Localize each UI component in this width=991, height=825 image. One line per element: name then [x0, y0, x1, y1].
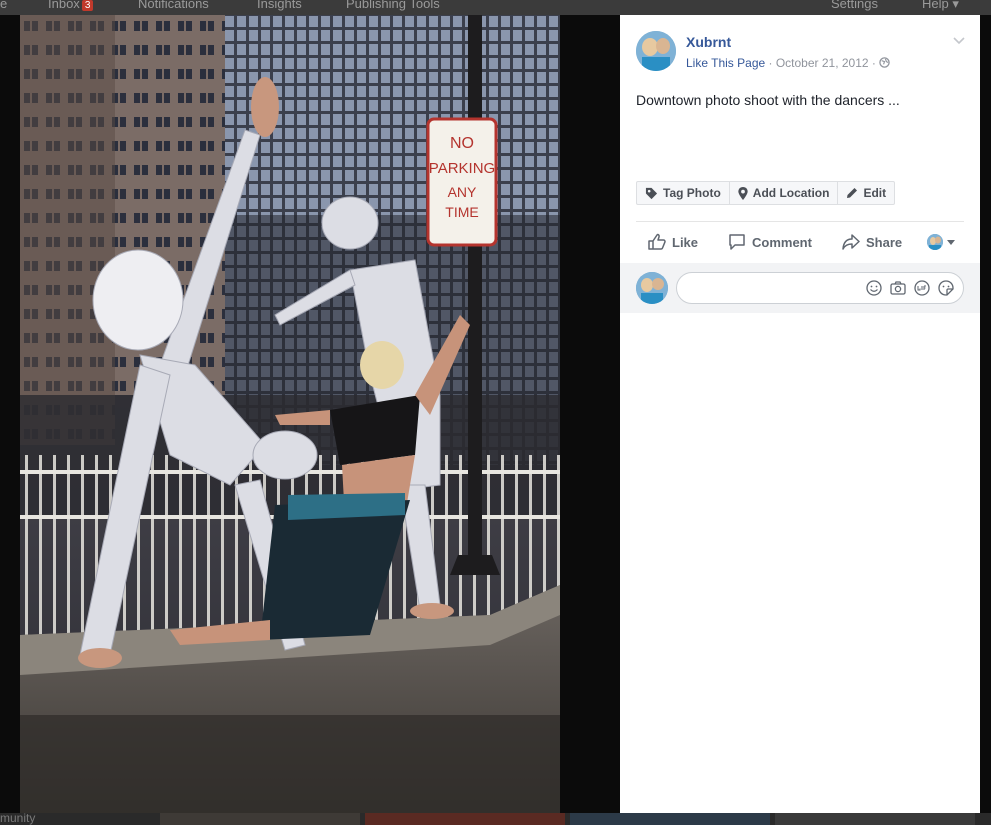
sticker-icon[interactable]	[937, 279, 955, 297]
post-date[interactable]: October 21, 2012	[776, 56, 869, 70]
nav-item-settings[interactable]: Settings	[831, 0, 878, 11]
add-location-button[interactable]: Add Location	[730, 182, 839, 204]
tag-photo-label: Tag Photo	[663, 186, 721, 200]
bottom-thumb-4	[775, 813, 975, 825]
nav-item-insights[interactable]: Insights	[257, 0, 302, 11]
page-name-link[interactable]: Xubrnt	[686, 34, 731, 50]
like-page-link[interactable]: Like This Page	[686, 56, 765, 70]
sign-text-4: TIME	[445, 204, 478, 220]
share-arrow-icon	[842, 234, 860, 250]
sign-text-2: PARKING	[429, 160, 495, 177]
thumbs-up-icon	[648, 233, 666, 250]
add-location-label: Add Location	[752, 186, 830, 200]
no-parking-sign: NO PARKING ANY TIME	[426, 117, 498, 247]
nav-item-publishing-tools[interactable]: Publishing Tools	[346, 0, 440, 11]
page-avatar[interactable]	[636, 31, 676, 71]
dancers-photo-illustration: NO PARKING ANY TIME	[20, 15, 560, 813]
post-actions: Like Comment Share	[636, 229, 964, 255]
post-meta: Like This Page · October 21, 2012 ·	[686, 56, 890, 70]
photo-tools-bar: Tag Photo Add Location Edit	[636, 181, 896, 205]
top-navigation-bar: e Inbox 3 Notifications Insights Publishi…	[0, 0, 991, 15]
edit-label: Edit	[863, 186, 887, 200]
meta-separator-2: ·	[868, 56, 880, 70]
tag-icon	[645, 187, 658, 199]
like-button[interactable]: Like	[648, 229, 698, 255]
post-header: Xubrnt Like This Page · October 21, 2012…	[636, 31, 966, 75]
comment-bubble-icon	[729, 234, 745, 250]
post-caption: Downtown photo shoot with the dancers ..…	[636, 92, 900, 108]
post-as-dropdown-caret[interactable]	[947, 240, 955, 245]
nav-item-truncated[interactable]: e	[0, 0, 7, 11]
meta-separator: ·	[765, 56, 776, 70]
post-as-avatar[interactable]	[927, 234, 943, 250]
sign-text-1: NO	[450, 135, 474, 152]
bottom-text: munity	[0, 813, 36, 825]
chevron-down-icon[interactable]	[952, 35, 966, 45]
like-label: Like	[672, 234, 699, 250]
share-button[interactable]: Share	[842, 229, 902, 255]
post-photo[interactable]: NO PARKING ANY TIME	[20, 15, 560, 813]
comment-input[interactable]	[676, 272, 964, 304]
nav-item-help[interactable]: Help ▾	[922, 0, 959, 12]
nav-item-notifications[interactable]: Notifications	[138, 0, 209, 11]
tag-photo-button[interactable]: Tag Photo	[637, 182, 730, 204]
pencil-icon	[847, 188, 858, 198]
comment-label: Comment	[752, 234, 812, 250]
smiley-icon[interactable]	[865, 279, 883, 297]
nav-inbox-label: Inbox	[48, 0, 80, 11]
comment-button[interactable]: Comment	[728, 229, 812, 255]
inbox-count-badge: 3	[81, 0, 94, 11]
globe-icon	[879, 57, 890, 68]
location-pin-icon	[738, 186, 748, 200]
post-detail-panel: Xubrnt Like This Page · October 21, 2012…	[620, 15, 980, 813]
edit-button[interactable]: Edit	[838, 182, 894, 204]
bottom-thumb-1	[160, 813, 360, 825]
bottom-thumb-3	[570, 813, 770, 825]
nav-item-inbox[interactable]: Inbox 3	[48, 0, 94, 11]
sign-text-3: ANY	[448, 184, 477, 200]
commenter-avatar	[636, 272, 668, 304]
comment-composer	[620, 263, 980, 313]
bottom-thumb-2	[365, 813, 565, 825]
actions-divider	[636, 221, 964, 222]
share-label: Share	[866, 234, 903, 250]
gif-icon[interactable]	[913, 279, 931, 297]
bottom-strip: munity	[0, 813, 991, 825]
camera-icon[interactable]	[889, 279, 907, 297]
